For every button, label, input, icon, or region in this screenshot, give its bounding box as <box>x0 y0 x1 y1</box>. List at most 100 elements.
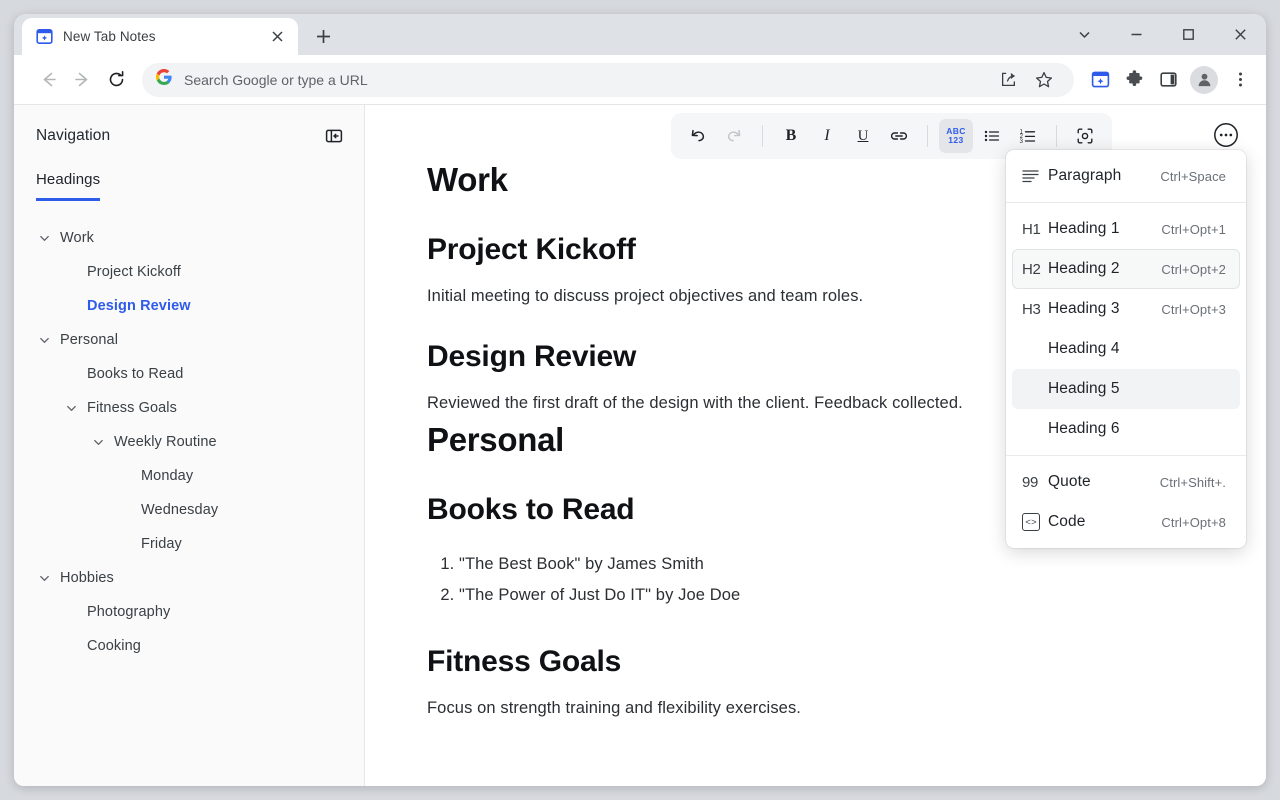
screen: New Tab Notes <box>0 0 1280 800</box>
menu-item-heading-3[interactable]: H3Heading 3Ctrl+Opt+3 <box>1012 289 1240 329</box>
tree-item[interactable]: Cooking <box>14 629 364 663</box>
tree-item[interactable]: Books to Read <box>14 357 364 391</box>
menu-item-code[interactable]: <>CodeCtrl+Opt+8 <box>1012 502 1240 542</box>
text-style-menu: ParagraphCtrl+Space H1Heading 1Ctrl+Opt+1… <box>1006 150 1246 548</box>
tree-item-label: Wednesday <box>141 502 218 518</box>
address-bar[interactable]: Search Google or type a URL <box>142 63 1074 97</box>
menu-item-heading-6[interactable]: Heading 6 <box>1012 409 1240 449</box>
close-icon[interactable] <box>1214 14 1266 55</box>
menu-item-label: Heading 3 <box>1048 300 1161 318</box>
menu-item-heading-1[interactable]: H1Heading 1Ctrl+Opt+1 <box>1012 209 1240 249</box>
menu-item-paragraph[interactable]: ParagraphCtrl+Space <box>1012 156 1240 196</box>
tree-item[interactable]: Project Kickoff <box>14 255 364 289</box>
list-item: "The Best Book" by James Smith <box>459 549 1206 580</box>
tree-item[interactable]: Design Review <box>14 289 364 323</box>
svg-text:3: 3 <box>1020 139 1024 145</box>
google-g-icon <box>156 69 172 90</box>
menu-item-heading-2[interactable]: H2Heading 2Ctrl+Opt+2 <box>1012 249 1240 289</box>
share-icon[interactable] <box>992 64 1024 96</box>
reload-icon[interactable] <box>100 64 132 96</box>
heading-2: Fitness Goals <box>427 645 1206 679</box>
chevron-down-icon[interactable] <box>63 400 79 416</box>
heading-level-icon: H3 <box>1022 301 1048 318</box>
back-arrow-icon[interactable] <box>32 64 64 96</box>
browser-tab[interactable]: New Tab Notes <box>22 18 298 55</box>
new-tab-button[interactable] <box>308 21 338 51</box>
menu-item-quote[interactable]: 99QuoteCtrl+Shift+. <box>1012 462 1240 502</box>
undo-button[interactable] <box>681 119 715 153</box>
link-button[interactable] <box>882 119 916 153</box>
tree-item[interactable]: Fitness Goals <box>14 391 364 425</box>
menu-item-heading-4[interactable]: Heading 4 <box>1012 329 1240 369</box>
tree-item[interactable]: Work <box>14 221 364 255</box>
bulleted-list-button[interactable] <box>975 119 1009 153</box>
focus-mode-button[interactable] <box>1068 119 1102 153</box>
heading-level-icon: H1 <box>1022 221 1048 238</box>
forward-arrow-icon[interactable] <box>66 64 98 96</box>
more-options-circle-icon[interactable] <box>1208 117 1244 153</box>
tree-item[interactable]: Friday <box>14 527 364 561</box>
italic-button[interactable]: I <box>810 119 844 153</box>
tab-title: New Tab Notes <box>63 29 256 44</box>
tab-search-chevron-down-icon[interactable] <box>1058 14 1110 55</box>
menu-item-shortcut: Ctrl+Opt+2 <box>1161 262 1226 277</box>
bold-button[interactable]: B <box>774 119 808 153</box>
tree-item-label: Work <box>60 230 94 246</box>
tree-item[interactable]: Monday <box>14 459 364 493</box>
heading-level-icon: 99 <box>1022 474 1048 491</box>
maximize-icon[interactable] <box>1162 14 1214 55</box>
tree-item[interactable]: Hobbies <box>14 561 364 595</box>
menu-item-shortcut: Ctrl+Opt+8 <box>1161 515 1226 530</box>
menu-divider <box>1006 455 1246 456</box>
chevron-down-icon[interactable] <box>90 434 106 450</box>
tree-item-label: Photography <box>87 604 170 620</box>
menu-item-label: Heading 5 <box>1048 380 1226 398</box>
tree-item-label: Fitness Goals <box>87 400 177 416</box>
tree-item-label: Friday <box>141 536 182 552</box>
chrome-menu-icon[interactable] <box>1224 64 1256 96</box>
sidebar-header: Navigation <box>14 121 364 151</box>
text-style-button[interactable]: ABC 123 <box>939 119 973 153</box>
menu-item-shortcut: Ctrl+Shift+. <box>1160 475 1226 490</box>
tab-strip: New Tab Notes <box>14 14 1266 55</box>
address-bar-placeholder: Search Google or type a URL <box>184 72 980 88</box>
code-brackets-icon: <> <box>1022 513 1048 531</box>
menu-item-shortcut: Ctrl+Opt+3 <box>1161 302 1226 317</box>
underline-button[interactable]: U <box>846 119 880 153</box>
notes-window-icon <box>36 28 53 45</box>
chevron-down-icon[interactable] <box>36 332 52 348</box>
page-content: Navigation Headings Work Project Kickoff D… <box>14 104 1266 786</box>
profile-avatar-icon[interactable] <box>1190 66 1218 94</box>
tab-close-icon[interactable] <box>266 26 288 48</box>
browser-toolbar: Search Google or type a URL <box>14 55 1266 104</box>
panel-collapse-icon[interactable] <box>322 124 346 148</box>
tree-item[interactable]: Personal <box>14 323 364 357</box>
menu-item-heading-5[interactable]: Heading 5 <box>1012 369 1240 409</box>
bold-icon: B <box>786 127 797 145</box>
chevron-down-icon[interactable] <box>36 230 52 246</box>
menu-item-shortcut: Ctrl+Opt+1 <box>1161 222 1226 237</box>
tree-item[interactable]: Photography <box>14 595 364 629</box>
heading-level-icon: H2 <box>1022 261 1048 278</box>
tab-headings[interactable]: Headings <box>36 171 100 201</box>
notes-panel-icon[interactable] <box>1084 64 1116 96</box>
menu-divider <box>1006 202 1246 203</box>
tree-item-label: Cooking <box>87 638 141 654</box>
paragraph-lines-icon <box>1022 169 1048 183</box>
note-editor: WorkProject KickoffInitial meeting to di… <box>365 105 1266 786</box>
redo-button[interactable] <box>717 119 751 153</box>
menu-item-label: Heading 6 <box>1048 420 1226 438</box>
menu-item-shortcut: Ctrl+Space <box>1160 169 1226 184</box>
side-panel-icon[interactable] <box>1152 64 1184 96</box>
menu-item-label: Quote <box>1048 473 1160 491</box>
tree-item[interactable]: Wednesday <box>14 493 364 527</box>
tree-item[interactable]: Weekly Routine <box>14 425 364 459</box>
numbered-list-button[interactable]: 1 2 3 <box>1011 119 1045 153</box>
navigation-sidebar: Navigation Headings Work Project Kickoff D… <box>14 105 365 786</box>
minimize-icon[interactable] <box>1110 14 1162 55</box>
chevron-down-icon[interactable] <box>36 570 52 586</box>
extensions-puzzle-icon[interactable] <box>1118 64 1150 96</box>
tree-item-label: Project Kickoff <box>87 264 181 280</box>
tree-item-label: Hobbies <box>60 570 114 586</box>
bookmark-star-icon[interactable] <box>1028 64 1060 96</box>
